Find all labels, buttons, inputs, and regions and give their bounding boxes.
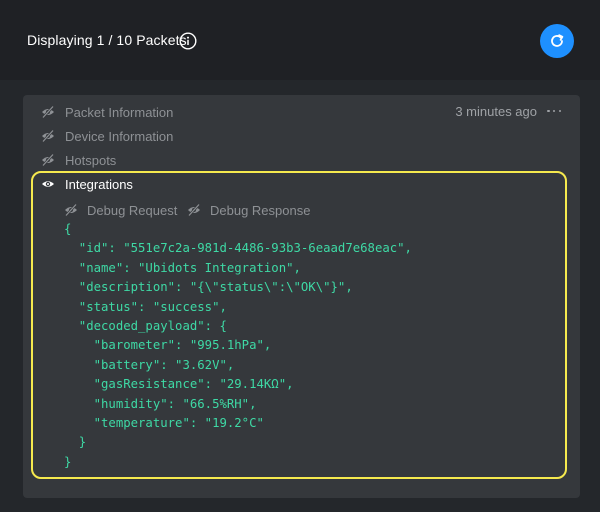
page-title: Displaying 1 / 10 Packets — [27, 32, 187, 48]
eye-icon — [42, 181, 54, 187]
section-label: Packet Information — [65, 104, 174, 120]
section-device-information[interactable]: Device Information — [41, 126, 173, 146]
json-line: "name": "Ubidots Integration", — [64, 260, 301, 275]
json-line: } — [64, 435, 87, 450]
eye-off-icon — [42, 105, 54, 119]
debug-response-toggle[interactable]: Debug Response — [187, 201, 310, 219]
json-line: "decoded_payload": { — [64, 319, 227, 334]
eye-off-icon — [42, 129, 54, 143]
eye-off-icon — [65, 203, 77, 217]
json-line: "description": "{\"status\":\"OK\"}", — [64, 280, 353, 295]
json-line: "battery": "3.62V", — [64, 357, 235, 372]
packet-card: Packet Information Device Information Ho… — [23, 95, 580, 498]
debug-response-label: Debug Response — [210, 202, 311, 218]
refresh-icon — [551, 34, 564, 47]
eye-off-icon — [42, 153, 54, 167]
integration-json-viewer: { "id": "551e7c2a-981d-4486-93b3-6eaad7e… — [64, 220, 412, 472]
eye-off-icon — [188, 203, 200, 217]
section-integrations[interactable]: Integrations — [41, 174, 133, 194]
json-line: "id": "551e7c2a-981d-4486-93b3-6eaad7e68… — [64, 241, 412, 256]
json-line: "humidity": "66.5%RH", — [64, 396, 257, 411]
section-hotspots[interactable]: Hotspots — [41, 150, 116, 170]
debug-request-label: Debug Request — [87, 202, 178, 218]
info-circle-icon[interactable] — [179, 32, 197, 50]
json-line: } — [64, 454, 72, 469]
json-line: "gasResistance": "29.14KΩ", — [64, 377, 294, 392]
section-label: Integrations — [65, 176, 133, 192]
section-label: Hotspots — [65, 152, 117, 168]
json-line: "barometer": "995.1hPa", — [64, 338, 272, 353]
header: Displaying 1 / 10 Packets — [0, 0, 600, 80]
more-options-icon[interactable] — [547, 103, 561, 119]
refresh-button[interactable] — [540, 24, 574, 58]
packet-timestamp: 3 minutes ago — [455, 104, 537, 119]
section-packet-information[interactable]: Packet Information — [41, 102, 173, 122]
json-line: "temperature": "19.2°C" — [64, 416, 264, 431]
debug-request-toggle[interactable]: Debug Request — [64, 201, 177, 219]
json-line: "status": "success", — [64, 299, 227, 314]
section-label: Device Information — [65, 128, 174, 144]
json-line: { — [64, 222, 72, 236]
